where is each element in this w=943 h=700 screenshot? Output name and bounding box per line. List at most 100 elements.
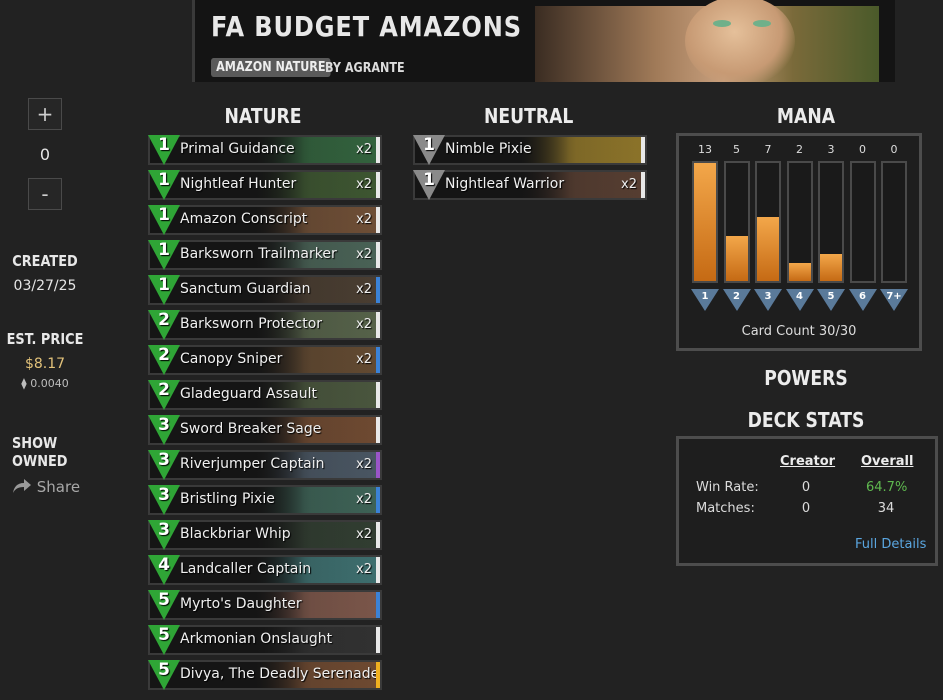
card-name: Arkmonian Onslaught (180, 631, 333, 647)
card-cost: 3 (158, 450, 170, 470)
card-row[interactable]: 1 Nightleaf Hunter x2 (148, 170, 382, 200)
card-name: Myrto's Daughter (180, 596, 302, 612)
card-row[interactable]: 1 Nightleaf Warrior x2 (413, 170, 647, 200)
card-cost: 1 (158, 135, 170, 155)
deck-faction-tag[interactable]: AMAZON NATURE (211, 58, 331, 77)
mana-count-label: 0 (890, 143, 898, 156)
mana-bar[interactable] (818, 161, 844, 283)
show-owned-toggle[interactable]: SHOW OWNED (12, 434, 89, 470)
mana-cost-label: 4 (796, 291, 803, 302)
card-quantity: x2 (356, 282, 372, 297)
card-row[interactable]: 5 Divya, The Deadly Serenade (148, 660, 382, 690)
rarity-strip (376, 592, 380, 618)
full-details-link[interactable]: Full Details (855, 537, 926, 552)
mana-cost-label: 2 (733, 291, 740, 302)
card-count: Card Count 30/30 (741, 324, 857, 339)
card-cost: 3 (158, 520, 170, 540)
section-mana: MANA (776, 104, 836, 128)
card-name: Amazon Conscript (180, 211, 308, 227)
card-row[interactable]: 1 Amazon Conscript x2 (148, 205, 382, 235)
rarity-strip (376, 557, 380, 583)
card-name: Riverjumper Captain (180, 456, 325, 472)
card-row[interactable]: 2 Canopy Sniper x2 (148, 345, 382, 375)
card-quantity: x2 (621, 177, 637, 192)
mana-bar[interactable] (849, 161, 876, 283)
card-name: Canopy Sniper (180, 351, 283, 367)
mana-cost-label: 3 (764, 291, 772, 302)
card-cost: 2 (158, 310, 170, 330)
hero-eye (713, 20, 731, 27)
card-row[interactable]: 1 Sanctum Guardian x2 (148, 275, 382, 305)
card-row[interactable]: 1 Nimble Pixie (413, 135, 647, 165)
rarity-strip (376, 277, 380, 303)
card-quantity: x2 (356, 177, 372, 192)
deck-author[interactable]: BY AGRANTE (325, 61, 405, 76)
hero-portrait (685, 0, 795, 82)
card-row[interactable]: 3 Blackbriar Whip x2 (148, 520, 382, 550)
est-price-value: $8.17 (24, 356, 66, 372)
matches-overall: 34 (877, 501, 895, 516)
mana-count-label: 3 (827, 143, 835, 156)
mana-bar[interactable] (723, 161, 750, 283)
share-button[interactable]: Share (12, 478, 80, 496)
section-nature: NATURE (224, 104, 302, 128)
card-name: Divya, The Deadly Serenade (180, 666, 380, 682)
est-price-eth: ⧫ 0.0040 (21, 377, 69, 390)
rarity-strip (376, 137, 380, 163)
card-name: Nightleaf Hunter (180, 176, 297, 192)
card-cost: 2 (158, 380, 170, 400)
est-price-label: EST. PRICE (6, 330, 84, 348)
card-name: Barksworn Trailmarker (180, 246, 337, 262)
increment-button[interactable]: + (28, 98, 62, 130)
rarity-strip (376, 242, 380, 268)
col-overall-header: Overall (861, 454, 914, 469)
rarity-strip (376, 172, 380, 198)
card-quantity: x2 (356, 352, 372, 367)
card-row[interactable]: 2 Barksworn Protector x2 (148, 310, 382, 340)
mana-bar[interactable] (692, 161, 718, 283)
deck-header: FA BUDGET AMAZONS AMAZON NATURE BY AGRAN… (192, 0, 895, 82)
mana-bar[interactable] (786, 161, 813, 283)
card-cost: 4 (158, 555, 170, 575)
mana-count-label: 5 (733, 143, 740, 156)
card-quantity: x2 (356, 492, 372, 507)
card-name: Primal Guidance (180, 141, 295, 157)
mana-cost-label: 1 (701, 291, 709, 302)
section-neutral: NEUTRAL (484, 104, 574, 128)
card-row[interactable]: 2 Gladeguard Assault (148, 380, 382, 410)
matches-label: Matches: (696, 501, 755, 516)
mana-bar[interactable] (755, 161, 781, 283)
rarity-strip (641, 172, 645, 198)
mana-count-label: 0 (859, 143, 866, 156)
rarity-strip (376, 382, 380, 408)
deck-hero-art (535, 0, 879, 82)
rarity-strip (376, 207, 380, 233)
mana-bar-fill (757, 217, 779, 281)
rarity-strip (376, 662, 380, 688)
mana-bar[interactable] (881, 161, 907, 283)
col-creator-header: Creator (780, 454, 836, 469)
deck-title: FA BUDGET AMAZONS (211, 10, 522, 43)
card-cost: 5 (158, 590, 170, 610)
card-row[interactable]: 4 Landcaller Captain x2 (148, 555, 382, 585)
card-row[interactable]: 3 Bristling Pixie x2 (148, 485, 382, 515)
mana-count-label: 7 (764, 143, 772, 156)
card-cost: 1 (158, 240, 170, 260)
card-row[interactable]: 3 Riverjumper Captain x2 (148, 450, 382, 480)
card-quantity: x2 (356, 527, 372, 542)
card-name: Sanctum Guardian (180, 281, 311, 297)
card-row[interactable]: 1 Primal Guidance x2 (148, 135, 382, 165)
created-label: CREATED (12, 252, 78, 270)
card-name: Nimble Pixie (445, 141, 532, 157)
mana-bar-fill (788, 263, 811, 281)
created-date: 03/27/25 (13, 278, 77, 294)
card-row[interactable]: 5 Myrto's Daughter (148, 590, 382, 620)
card-row[interactable]: 3 Sword Breaker Sage (148, 415, 382, 445)
decrement-button[interactable]: - (28, 178, 62, 210)
card-row[interactable]: 1 Barksworn Trailmarker x2 (148, 240, 382, 270)
section-powers: POWERS (764, 366, 848, 390)
mana-cost-label: 6 (859, 291, 866, 302)
card-row[interactable]: 5 Arkmonian Onslaught (148, 625, 382, 655)
card-cost: 1 (423, 170, 435, 190)
card-quantity: x2 (356, 317, 372, 332)
